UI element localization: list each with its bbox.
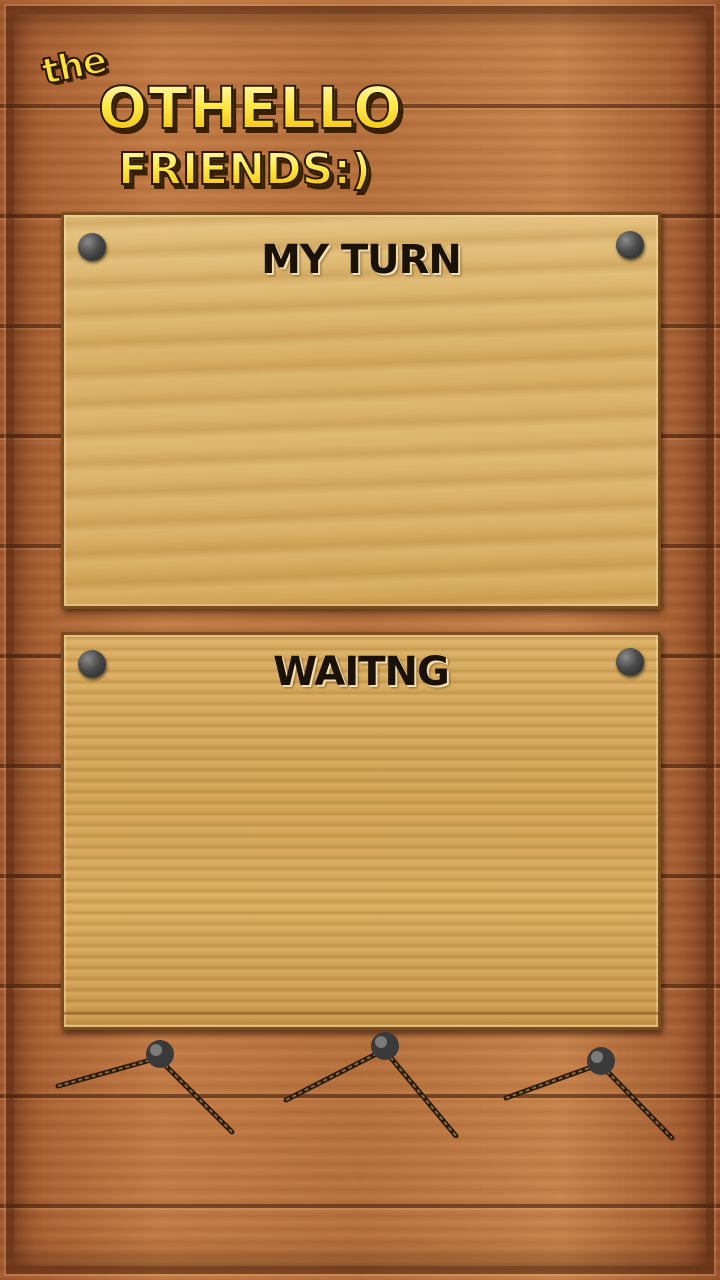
board-edge xyxy=(64,1012,658,1015)
logo-text-othello: OTHELLO xyxy=(97,73,404,143)
game-logo: the OTHELLO FRIENDS:) xyxy=(37,39,418,200)
my-turn-panel[interactable]: MY TURN xyxy=(61,212,661,609)
waiting-title: WAITNG xyxy=(273,649,450,695)
nail-hook-icon xyxy=(280,1028,470,1139)
game-lobby-screen: the OTHELLO FRIENDS:) MY TURN WAITNG xyxy=(0,0,720,1280)
nail-hook-icon xyxy=(500,1044,690,1154)
nail-hook-icon xyxy=(52,1036,242,1146)
waiting-panel[interactable]: WAITNG xyxy=(61,632,661,1030)
logo-text-friends: FRIENDS:) xyxy=(117,143,372,196)
my-turn-title: MY TURN xyxy=(261,237,462,283)
